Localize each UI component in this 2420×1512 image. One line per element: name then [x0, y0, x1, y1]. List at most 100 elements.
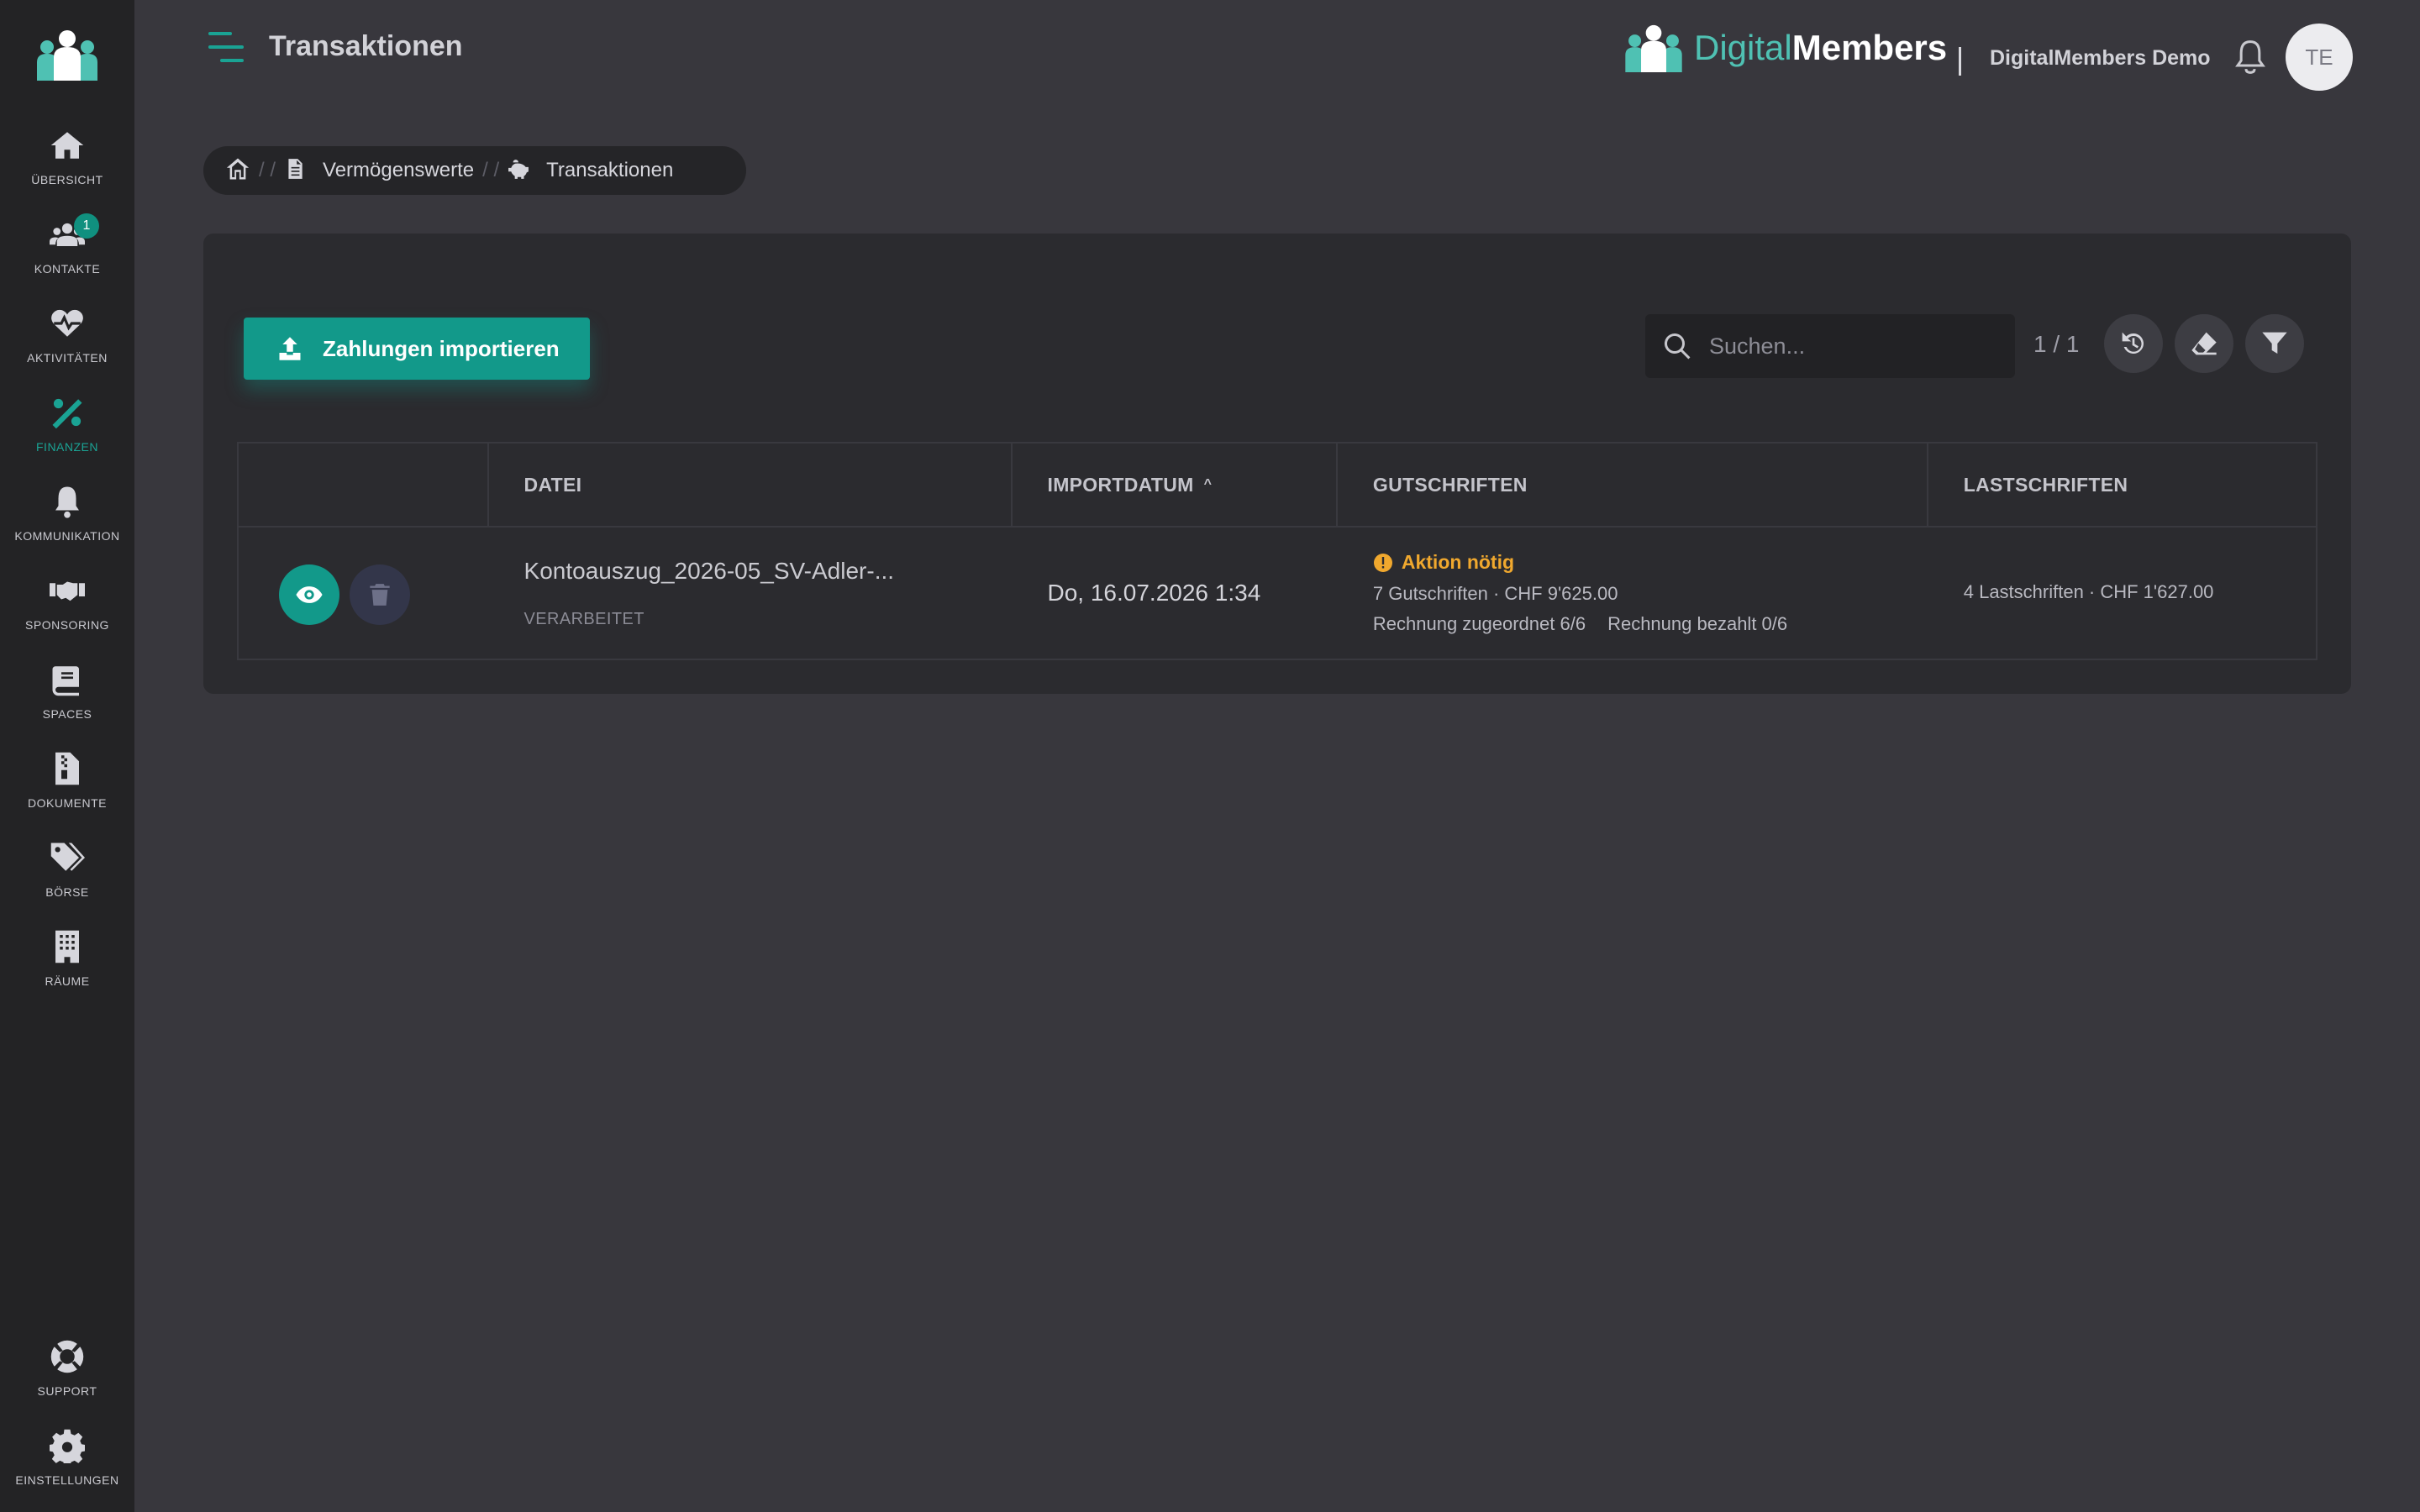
breadcrumb: / / Vermögenswerte / / Transaktionen — [203, 146, 746, 195]
percent-icon — [52, 398, 82, 429]
breadcrumb-item-vermoegenswerte[interactable]: Vermögenswerte — [323, 159, 474, 182]
action-required-status[interactable]: Aktion nötig — [1373, 551, 1514, 574]
column-header-label: IMPORTDATUM — [1047, 473, 1194, 496]
sidebar-item-label: EINSTELLUNGEN — [15, 1473, 119, 1487]
sidebar-item-raeume[interactable]: RÄUME — [0, 914, 134, 1003]
invoice-assigned: Rechnung zugeordnet 6/6 — [1372, 613, 1586, 634]
tags-icon — [50, 843, 85, 871]
column-header-gutschriften[interactable]: GUTSCHRIFTEN — [1338, 444, 1928, 526]
filter-icon — [2262, 332, 2287, 354]
home-icon — [50, 132, 84, 159]
sidebar-item-label: SUPPORT — [37, 1384, 97, 1398]
import-date: Do, 16.07.2026 1:34 — [1047, 580, 1261, 606]
sidebar-bottom-nav: SUPPORT EINSTELLUNGEN — [0, 1324, 134, 1502]
sidebar-item-label: ÜBERSICHT — [31, 173, 103, 186]
import-payments-button[interactable]: Zahlungen importieren — [244, 318, 590, 380]
breadcrumb-home[interactable] — [225, 156, 250, 186]
search-icon — [1664, 333, 1691, 360]
transactions-table: DATEI IMPORTDATUM ^ GUTSCHRIFTEN LASTSCHR… — [237, 442, 2317, 660]
gear-icon — [50, 1429, 85, 1463]
import-payments-label: Zahlungen importieren — [323, 335, 560, 361]
brand-people-icon — [1625, 24, 1682, 72]
sidebar-item-aktivitaeten[interactable]: AKTIVITÄTEN — [0, 291, 134, 380]
sidebar-item-sponsoring[interactable]: SPONSORING — [0, 558, 134, 647]
upload-icon — [279, 337, 301, 360]
row-actions-cell — [239, 528, 489, 659]
column-header-actions — [239, 444, 489, 526]
column-header-label: DATEI — [523, 473, 582, 496]
debits-cell: 4 Lastschriften · CHF 1'627.00 — [1928, 528, 2316, 659]
sidebar-item-label: SPONSORING — [25, 618, 109, 632]
organization-name[interactable]: DigitalMembers Demo — [1990, 46, 2211, 71]
invoice-paid: Rechnung bezahlt 0/6 — [1607, 613, 1788, 634]
sidebar-item-kommunikation[interactable]: KOMMUNIKATION — [0, 469, 134, 558]
sidebar-item-label: AKTIVITÄTEN — [27, 351, 108, 365]
piggy-bank-icon — [508, 158, 529, 184]
bell-icon — [55, 486, 79, 518]
eye-icon — [296, 586, 323, 603]
notifications-bell-icon[interactable] — [2233, 39, 2267, 76]
column-header-datei[interactable]: DATEI — [489, 444, 1013, 526]
table-header: DATEI IMPORTDATUM ^ GUTSCHRIFTEN LASTSCHR… — [239, 444, 2316, 528]
brand-wordmark-light: Digital — [1694, 28, 1792, 67]
hamburger-line — [208, 45, 244, 49]
file-zipper-icon — [55, 752, 79, 785]
brand-wordmark: DigitalMembers — [1694, 28, 1947, 68]
column-header-label: GUTSCHRIFTEN — [1372, 473, 1528, 496]
page-title: Transaktionen — [269, 30, 463, 62]
sidebar-item-uebersicht[interactable]: ÜBERSICHT — [0, 113, 134, 202]
sidebar-item-kontakte[interactable]: KONTAKTE 1 — [0, 202, 134, 291]
file-cell: Kontoauszug_2026-05_SV-Adler-... VERARBE… — [489, 528, 1013, 659]
app-logo-icon[interactable] — [35, 29, 99, 81]
sidebar-item-label: BÖRSE — [45, 885, 89, 899]
handshake-icon — [50, 581, 85, 601]
notification-badge: 1 — [74, 213, 99, 239]
user-avatar[interactable]: TE — [2286, 24, 2353, 91]
building-icon — [55, 930, 79, 963]
breadcrumb-separator: / / — [482, 159, 500, 181]
clear-filters-button[interactable] — [2175, 314, 2233, 373]
brand-wordmark-bold: Members — [1791, 28, 1948, 67]
sidebar-item-label: KOMMUNIKATION — [14, 529, 120, 543]
sidebar-item-finanzen[interactable]: FINANZEN — [0, 380, 134, 469]
eraser-icon — [2191, 332, 2217, 355]
trash-icon — [370, 584, 390, 606]
hamburger-line — [220, 59, 244, 62]
refresh-button[interactable] — [2104, 314, 2163, 373]
hamburger-line — [208, 32, 232, 35]
sidebar-item-label: KONTAKTE — [34, 262, 101, 276]
view-button[interactable] — [279, 564, 339, 625]
sidebar-item-support[interactable]: SUPPORT — [0, 1324, 134, 1413]
debits-summary: 4 Lastschriften · CHF 1'627.00 — [1963, 581, 2214, 602]
delete-button[interactable] — [350, 564, 410, 625]
book-icon — [52, 666, 79, 696]
breadcrumb-separator: / / — [259, 159, 276, 181]
file-status: VERARBEITET — [523, 610, 644, 628]
filter-button[interactable] — [2245, 314, 2304, 373]
warning-circle-icon — [1373, 553, 1392, 572]
sidebar-item-dokumente[interactable]: DOKUMENTE — [0, 736, 134, 825]
table-row[interactable]: Kontoauszug_2026-05_SV-Adler-... VERARBE… — [239, 528, 2316, 659]
menu-toggle-button[interactable] — [208, 32, 245, 66]
column-header-lastschriften[interactable]: LASTSCHRIFTEN — [1928, 444, 2316, 526]
column-header-importdatum[interactable]: IMPORTDATUM ^ — [1013, 444, 1338, 526]
sidebar-nav: ÜBERSICHT KONTAKTE 1 AKTIVITÄTEN FINANZE… — [0, 113, 134, 1003]
file-name[interactable]: Kontoauszug_2026-05_SV-Adler-... — [524, 558, 895, 585]
import-date-cell: Do, 16.07.2026 1:34 — [1013, 528, 1338, 659]
pagination-indicator: 1 / 1 — [2033, 331, 2080, 357]
credits-summary: 7 Gutschriften · CHF 9'625.00 — [1372, 583, 1618, 604]
sidebar-item-label: DOKUMENTE — [28, 796, 107, 810]
sidebar-item-boerse[interactable]: BÖRSE — [0, 825, 134, 914]
sidebar-item-einstellungen[interactable]: EINSTELLUNGEN — [0, 1413, 134, 1502]
refresh-icon — [2122, 332, 2144, 354]
home-outline-icon — [226, 158, 250, 179]
invoice-status: Rechnung zugeordnet 6/6 Rechnung bezahlt… — [1373, 613, 1787, 635]
sidebar-item-spaces[interactable]: SPACES — [0, 647, 134, 736]
transactions-card: Zahlungen importieren 1 / 1 DATEI IMPORT… — [203, 234, 2351, 694]
breadcrumb-item-transaktionen[interactable]: Transaktionen — [546, 159, 673, 182]
search-input[interactable] — [1709, 333, 1995, 360]
brand-logo[interactable]: DigitalMembers — [1623, 24, 1947, 72]
action-required-label: Aktion nötig — [1401, 551, 1515, 573]
sidebar-item-label: RÄUME — [45, 974, 90, 988]
document-icon — [284, 158, 306, 184]
